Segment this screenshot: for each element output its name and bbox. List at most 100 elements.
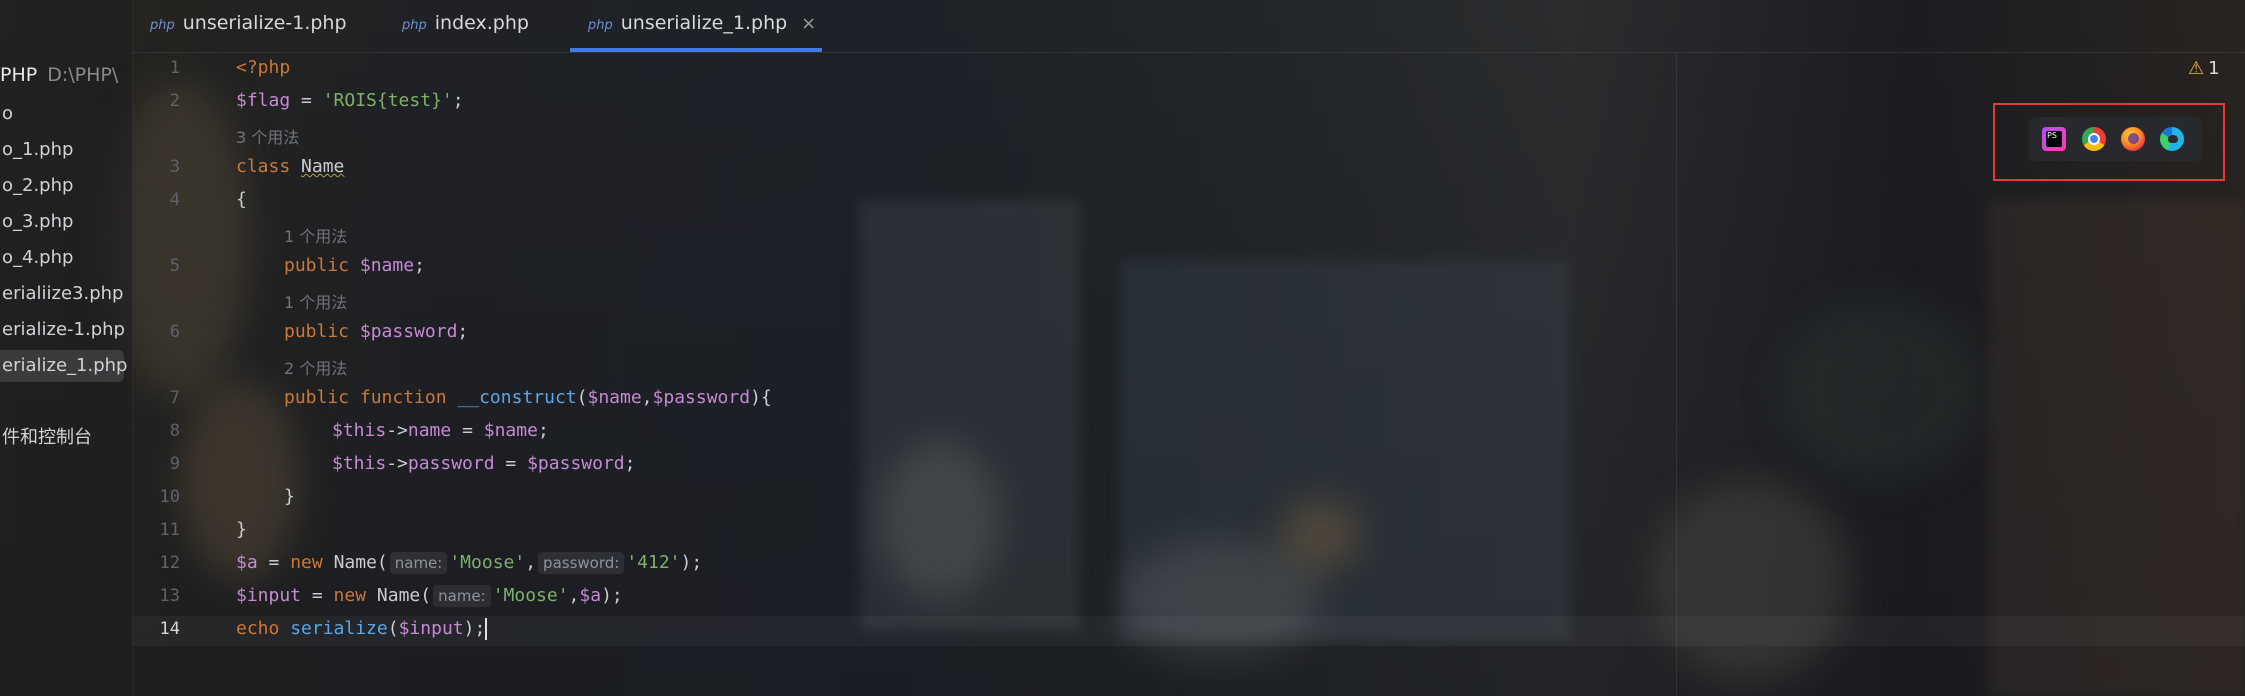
variable: $flag xyxy=(236,90,291,111)
string-literal: '412' xyxy=(626,552,681,573)
paren: ); xyxy=(680,552,703,573)
code-line-11[interactable]: } xyxy=(236,519,247,540)
sidebar-item-label: o_3.php xyxy=(2,211,74,232)
comma: , xyxy=(568,585,580,606)
semicolon: ; xyxy=(457,321,469,342)
keyword: public xyxy=(284,387,350,408)
project-root[interactable]: PHP D:\PHP\ xyxy=(0,64,118,86)
sidebar-item-file-selected[interactable]: erialize_1.php xyxy=(0,350,128,382)
code-line-7[interactable]: public function __construct($name,$passw… xyxy=(284,387,772,408)
sidebar-item-file[interactable]: o_3.php xyxy=(0,206,124,238)
code-line-8[interactable]: $this->name = $name; xyxy=(332,420,549,441)
line-number: 4 xyxy=(169,190,180,210)
code-line-9[interactable]: $this->password = $password; xyxy=(332,453,635,474)
sidebar-item-file[interactable]: o_1.php xyxy=(0,134,124,166)
phpstorm-icon[interactable]: PS xyxy=(2042,127,2066,151)
sidebar-item-label: erialize_1.php xyxy=(2,355,128,376)
php-open-tag: <?php xyxy=(236,57,291,78)
semicolon: ; xyxy=(452,90,464,111)
code-line-4[interactable]: { xyxy=(236,189,247,210)
usage-hint[interactable]: 1 个用法 xyxy=(284,289,347,313)
variable: $this xyxy=(332,420,387,441)
variable: $password xyxy=(652,387,751,408)
sidebar-item-file[interactable]: erialiize3.php xyxy=(0,278,124,310)
operator: = xyxy=(451,420,484,441)
sidebar-item-label: o xyxy=(2,103,14,124)
class-call: Name( xyxy=(376,585,432,606)
sidebar-item-folder[interactable]: o xyxy=(0,98,124,130)
keyword: new xyxy=(333,585,367,606)
sidebar-item-scratches[interactable]: 件和控制台 xyxy=(0,422,124,454)
inspection-widget[interactable]: ⚠ 1 xyxy=(2188,58,2220,79)
code-line-6[interactable]: public $password; xyxy=(284,321,468,342)
sidebar-item-file[interactable]: o_2.php xyxy=(0,170,124,202)
variable: $a xyxy=(579,585,602,606)
usage-hint[interactable]: 3 个用法 xyxy=(236,124,299,148)
code-line-10[interactable]: } xyxy=(284,486,295,507)
string-literal: 'ROIS{test}' xyxy=(322,90,453,111)
line-number: 3 xyxy=(169,157,180,177)
warning-icon: ⚠ xyxy=(2188,58,2205,79)
line-number: 1 xyxy=(169,58,180,78)
chrome-icon[interactable] xyxy=(2082,127,2106,151)
keyword: public xyxy=(284,255,350,276)
sidebar-item-file[interactable]: erialize-1.php xyxy=(0,314,125,346)
paren: ); xyxy=(601,585,623,606)
usage-hint-text: 1 个用法 xyxy=(284,293,348,312)
project-sidebar: PHP D:\PHP\ o o_1.php o_2.php o_3.php o_4… xyxy=(0,0,133,696)
close-icon[interactable]: × xyxy=(801,13,816,34)
tab-index[interactable]: php index.php xyxy=(402,0,529,52)
line-number: 2 xyxy=(169,91,180,111)
brace: { xyxy=(236,189,247,210)
class-name: Name xyxy=(301,156,345,177)
line-number: 8 xyxy=(169,421,180,441)
browser-preview-bar: PS xyxy=(2029,117,2202,161)
line-number: 11 xyxy=(159,520,180,540)
semicolon: ; xyxy=(537,420,549,441)
property: name xyxy=(407,420,452,441)
sidebar-item-file[interactable]: o_4.php xyxy=(0,242,124,274)
tab-unserialize-dash-1[interactable]: php unserialize-1.php xyxy=(150,0,347,52)
right-margin-guide xyxy=(1676,52,1677,696)
code-line-14[interactable]: echo serialize($input); xyxy=(236,618,488,640)
variable: $password xyxy=(527,453,625,474)
code-line-1[interactable]: <?php xyxy=(236,57,290,78)
function-name: __construct xyxy=(457,387,577,408)
parameter-hint: password: xyxy=(538,552,625,574)
keyword: function xyxy=(359,387,447,408)
semicolon: ; xyxy=(414,255,425,276)
semicolon: ; xyxy=(624,453,636,474)
project-path: D:\PHP\ xyxy=(47,64,119,86)
code-line-2[interactable]: $flag = 'ROIS{test}'; xyxy=(236,90,464,111)
code-line-12[interactable]: $a = new Name(name: 'Moose', password: '412… xyxy=(236,552,702,574)
variable: $this xyxy=(332,453,387,474)
code-line-5[interactable]: public $name; xyxy=(284,255,425,276)
sidebar-item-label: o_2.php xyxy=(2,175,74,196)
usage-hint-text: 2 个用法 xyxy=(284,359,348,378)
usage-hint-text: 1 个用法 xyxy=(284,227,348,246)
usage-hint[interactable]: 2 个用法 xyxy=(284,355,347,379)
line-number: 12 xyxy=(159,553,180,573)
paren: ); xyxy=(463,618,486,639)
edge-icon[interactable] xyxy=(2160,127,2184,151)
variable: $name xyxy=(483,420,538,441)
tab-label: unserialize_1.php xyxy=(620,12,788,34)
brace: } xyxy=(284,486,295,507)
code-line-3[interactable]: class Name xyxy=(236,156,344,177)
parameter-hint: name: xyxy=(433,585,491,607)
keyword: public xyxy=(284,321,350,342)
variable: $name xyxy=(359,255,415,276)
text-caret xyxy=(485,618,488,640)
firefox-icon[interactable] xyxy=(2121,127,2145,151)
sidebar-item-label: o_4.php xyxy=(2,247,74,268)
usage-hint[interactable]: 1 个用法 xyxy=(284,223,347,247)
tab-unserialize-underscore-1[interactable]: php unserialize_1.php × xyxy=(570,0,822,52)
line-number-current: 14 xyxy=(159,619,180,639)
operator: = xyxy=(257,552,291,573)
variable: $a xyxy=(236,552,258,573)
code-line-13[interactable]: $input = new Name(name: 'Moose',$a); xyxy=(236,585,623,607)
operator: = xyxy=(301,585,334,606)
class-call: Name( xyxy=(333,552,388,573)
function-name: serialize xyxy=(290,618,388,639)
line-number: 6 xyxy=(169,322,180,342)
